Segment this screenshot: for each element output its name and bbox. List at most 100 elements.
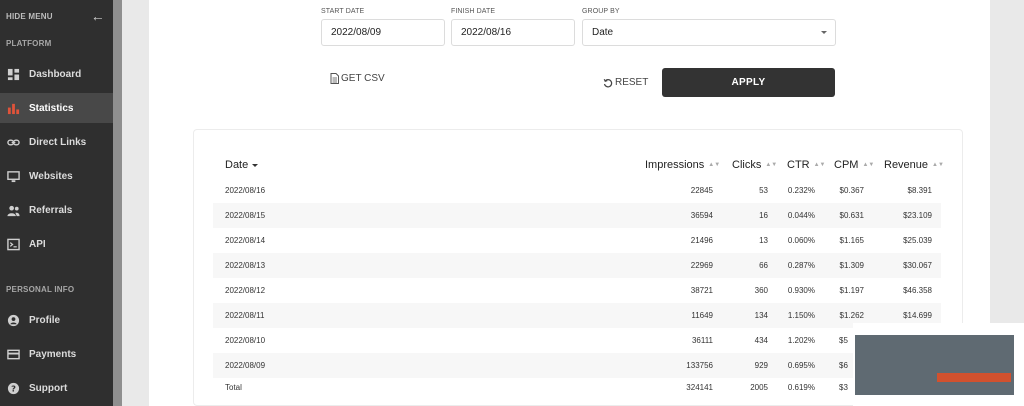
column-header-clicks[interactable]: Clicks ▲▼ — [732, 159, 777, 171]
sort-icon: ▲▼ — [765, 162, 778, 168]
group-by-select[interactable]: Date — [582, 19, 836, 46]
sort-desc-icon — [252, 163, 259, 167]
sidebar-item-dashboard[interactable]: Dashboard — [0, 59, 113, 89]
get-csv-label: GET CSV — [341, 73, 385, 84]
bar-chart-icon — [6, 101, 20, 115]
finish-date-label: FINISH DATE — [451, 8, 496, 15]
start-date-label: START DATE — [321, 8, 365, 15]
cell-clicks: 13 — [759, 236, 768, 245]
cell-date: 2022/08/15 — [225, 211, 266, 220]
sidebar-item-label: API — [29, 238, 46, 250]
column-header-date[interactable]: Date — [225, 159, 259, 171]
cell-clicks: 360 — [754, 286, 768, 295]
column-header-label: Clicks — [732, 159, 762, 171]
cell-clicks: 66 — [759, 261, 768, 270]
table-row: 2022/08/11 11649 134 1.150% $1.262 $14.6… — [213, 303, 941, 328]
cell-clicks: 16 — [759, 211, 768, 220]
sidebar-item-label: Direct Links — [29, 136, 87, 148]
cell-impressions: 38721 — [690, 286, 713, 295]
sidebar-item-statistics[interactable]: Statistics — [0, 93, 113, 123]
cell-ctr: 0.287% — [787, 261, 815, 270]
reset-label: RESET — [615, 77, 649, 88]
sidebar-item-label: Support — [29, 382, 68, 394]
cell-cpm: $0.631 — [839, 211, 864, 220]
sidebar-item-label: Referrals — [29, 204, 73, 216]
reset-icon — [603, 78, 613, 88]
sidebar-item-payments[interactable]: Payments — [0, 339, 113, 369]
cell-impressions: 11649 — [691, 311, 713, 320]
start-date-value: 2022/08/09 — [331, 27, 382, 38]
cell-revenue: $23.109 — [903, 211, 932, 220]
cell-ctr: 0.060% — [787, 236, 815, 245]
chevron-down-icon — [821, 31, 827, 34]
get-csv-button[interactable]: GET CSV — [330, 73, 385, 84]
sidebar-item-label: Statistics — [29, 102, 74, 114]
section-label-platform: PLATFORM — [6, 39, 52, 48]
sidebar-scrollbar[interactable] — [113, 0, 122, 406]
cell-ctr: 0.232% — [787, 186, 815, 195]
user-circle-icon — [6, 313, 20, 327]
cell-date: 2022/08/11 — [225, 311, 265, 320]
column-header-impressions[interactable]: Impressions ▲▼ — [645, 159, 720, 171]
cell-clicks: 434 — [754, 336, 768, 345]
cell-date: Total — [225, 383, 242, 392]
sidebar-item-label: Payments — [29, 348, 77, 360]
cell-cpm: $0.367 — [839, 186, 864, 195]
link-icon — [6, 135, 20, 149]
sort-icon: ▲▼ — [813, 162, 826, 168]
hide-menu-button[interactable]: HIDE MENU ← — [6, 8, 105, 24]
sidebar-item-direct-links[interactable]: Direct Links — [0, 127, 113, 157]
cell-revenue: $25.039 — [903, 236, 932, 245]
column-header-label: CPM — [834, 159, 859, 171]
cell-impressions: 324141 — [686, 383, 713, 392]
column-header-label: CTR — [787, 159, 810, 171]
group-by-label: GROUP BY — [582, 8, 620, 15]
cell-impressions: 36594 — [690, 211, 713, 220]
cell-cpm: $1.197 — [839, 286, 864, 295]
sidebar-item-profile[interactable]: Profile — [0, 305, 113, 335]
cell-cpm: $1.309 — [839, 261, 864, 270]
cell-revenue: $46.358 — [903, 286, 932, 295]
sidebar-item-websites[interactable]: Websites — [0, 161, 113, 191]
sort-icon: ▲▼ — [932, 162, 944, 168]
cell-impressions: 22845 — [690, 186, 713, 195]
column-header-revenue[interactable]: Revenue ▲▼ — [884, 159, 944, 171]
sidebar-item-api[interactable]: API — [0, 229, 113, 259]
arrow-left-icon: ← — [90, 8, 105, 24]
column-header-label: Revenue — [884, 159, 929, 171]
cell-ctr: 0.930% — [787, 286, 815, 295]
start-date-input[interactable]: 2022/08/09 — [321, 19, 445, 46]
cell-date: 2022/08/13 — [225, 261, 266, 270]
hide-menu-label: HIDE MENU — [6, 11, 53, 21]
column-header-cpm[interactable]: CPM ▲▼ — [834, 159, 874, 171]
preview-thumbnail[interactable] — [853, 323, 1024, 406]
cell-clicks: 53 — [759, 186, 768, 195]
section-label-personal-info: PERSONAL INFO — [6, 285, 75, 294]
cell-cpm: $1.165 — [839, 236, 864, 245]
apply-button[interactable]: APPLY — [662, 68, 835, 97]
table-row: 2022/08/10 36111 434 1.202% $5 — [213, 328, 941, 353]
table-total-row: Total 324141 2005 0.619% $3 — [213, 375, 941, 400]
cell-date: 2022/08/16 — [225, 186, 266, 195]
cell-ctr: 1.150% — [787, 311, 815, 320]
column-header-ctr[interactable]: CTR ▲▼ — [787, 159, 826, 171]
table-row: 2022/08/15 36594 16 0.044% $0.631 $23.10… — [213, 203, 941, 228]
sidebar: HIDE MENU ← PLATFORM Dashboard Statistic… — [0, 0, 113, 406]
cell-impressions: 36111 — [691, 336, 713, 345]
table-row: 2022/08/13 22969 66 0.287% $1.309 $30.06… — [213, 253, 941, 278]
finish-date-input[interactable]: 2022/08/16 — [451, 19, 575, 46]
sidebar-item-label: Profile — [29, 314, 61, 326]
column-header-label: Date — [225, 159, 249, 171]
cell-date: 2022/08/10 — [225, 336, 266, 345]
sidebar-item-support[interactable]: ? Support — [0, 373, 113, 403]
file-icon — [330, 73, 339, 84]
users-icon — [6, 203, 20, 217]
sidebar-item-referrals[interactable]: Referrals — [0, 195, 113, 225]
group-by-value: Date — [592, 27, 614, 38]
cell-ctr: 1.202% — [787, 336, 815, 345]
reset-button[interactable]: RESET — [603, 77, 648, 88]
terminal-icon — [6, 237, 20, 251]
table-row: 2022/08/16 22845 53 0.232% $0.367 $8.391 — [213, 178, 941, 203]
cell-impressions: 21496 — [690, 236, 713, 245]
sidebar-item-label: Websites — [29, 170, 73, 182]
